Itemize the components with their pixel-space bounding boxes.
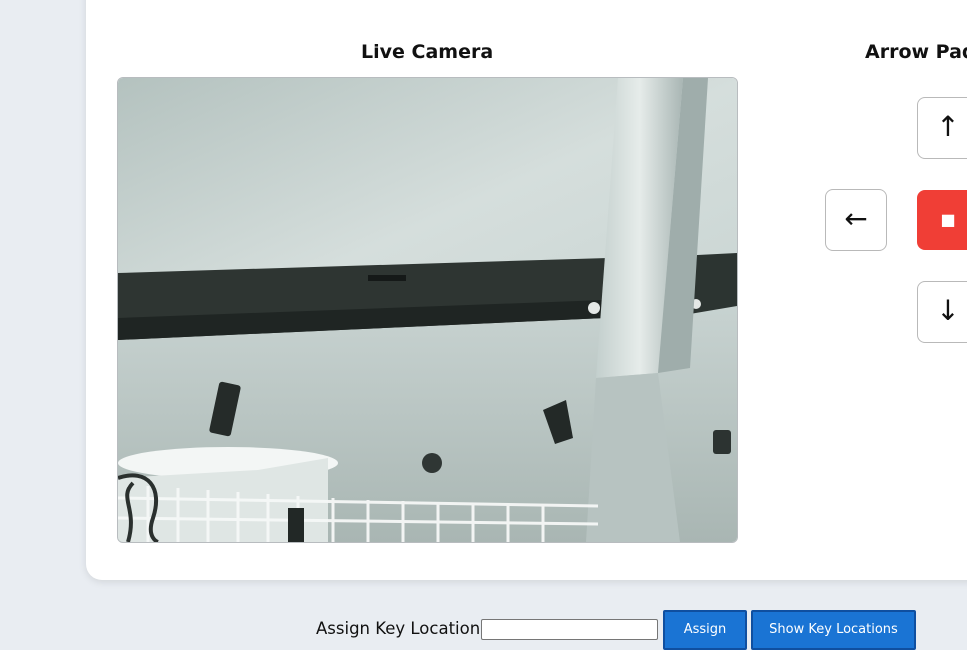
- stop-icon: ■: [940, 210, 956, 229]
- arrow-down-icon: ↓: [936, 294, 960, 327]
- key-location-input[interactable]: [481, 619, 658, 640]
- show-key-locations-button[interactable]: Show Key Locations: [751, 610, 916, 650]
- arrow-left-button[interactable]: ←: [825, 189, 887, 251]
- camera-image: [118, 78, 737, 542]
- arrow-down-button[interactable]: ↓: [917, 281, 967, 343]
- arrow-left-icon: ←: [844, 202, 868, 235]
- assign-key-location-label: Assign Key Location:: [316, 619, 486, 638]
- assign-button[interactable]: Assign: [663, 610, 747, 650]
- arrow-up-button[interactable]: ↑: [917, 97, 967, 159]
- arrow-pad-title: Arrow Pad: [865, 41, 967, 63]
- stop-button[interactable]: ■: [917, 190, 967, 250]
- live-camera-feed: [117, 77, 738, 543]
- camera-title: Live Camera: [361, 41, 494, 63]
- arrow-up-icon: ↑: [936, 110, 960, 143]
